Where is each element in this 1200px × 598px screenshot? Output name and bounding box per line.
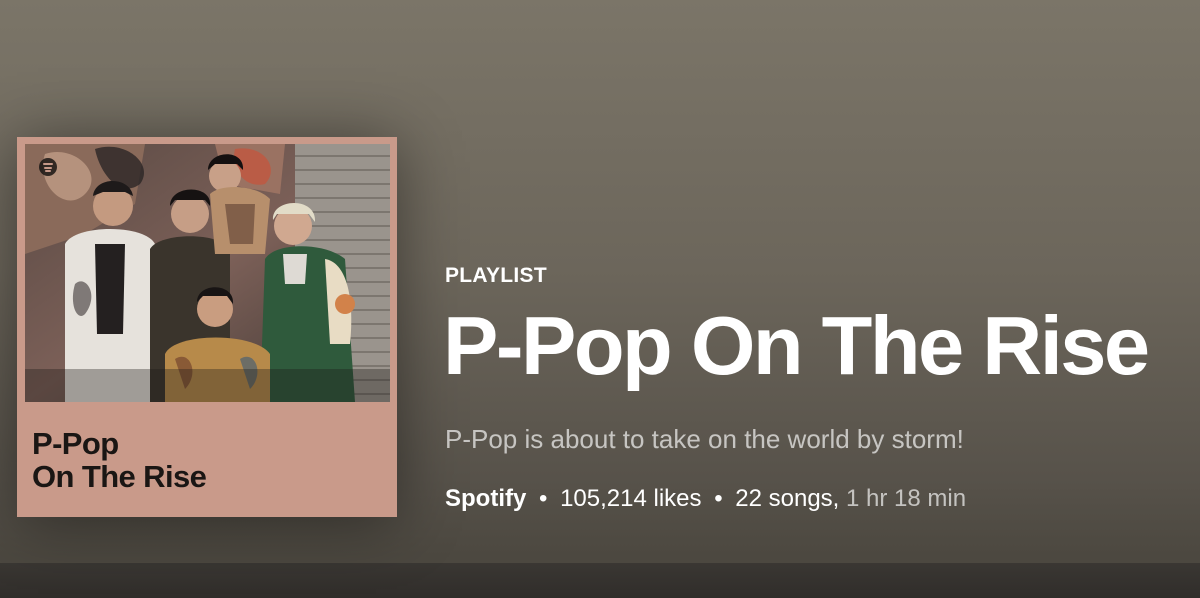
meta-separator: • xyxy=(539,485,548,512)
meta-separator: • xyxy=(714,485,723,512)
cover-title: P-Pop On The Rise xyxy=(32,426,207,494)
cover-title-line2: On The Rise xyxy=(32,459,207,494)
likes-count: 105,214 likes xyxy=(560,485,702,512)
owner-link[interactable]: Spotify xyxy=(445,485,526,512)
content-area-top xyxy=(0,563,1200,598)
playlist-meta: Spotify • 105,214 likes • 22 songs, 1 hr… xyxy=(445,485,966,513)
playlist-cover-art[interactable]: P-Pop On The Rise xyxy=(17,137,397,517)
cover-title-line1: P-Pop xyxy=(32,426,119,461)
playlist-type-label: PLAYLIST xyxy=(445,264,547,287)
cover-photo xyxy=(25,144,390,402)
playlist-description: P-Pop is about to take on the world by s… xyxy=(445,424,964,454)
spotify-logo-icon xyxy=(39,158,57,176)
playlist-title[interactable]: P-Pop On The Rise xyxy=(443,296,1150,396)
total-duration: 1 hr 18 min xyxy=(846,485,967,512)
songs-count: 22 songs, xyxy=(735,485,840,512)
